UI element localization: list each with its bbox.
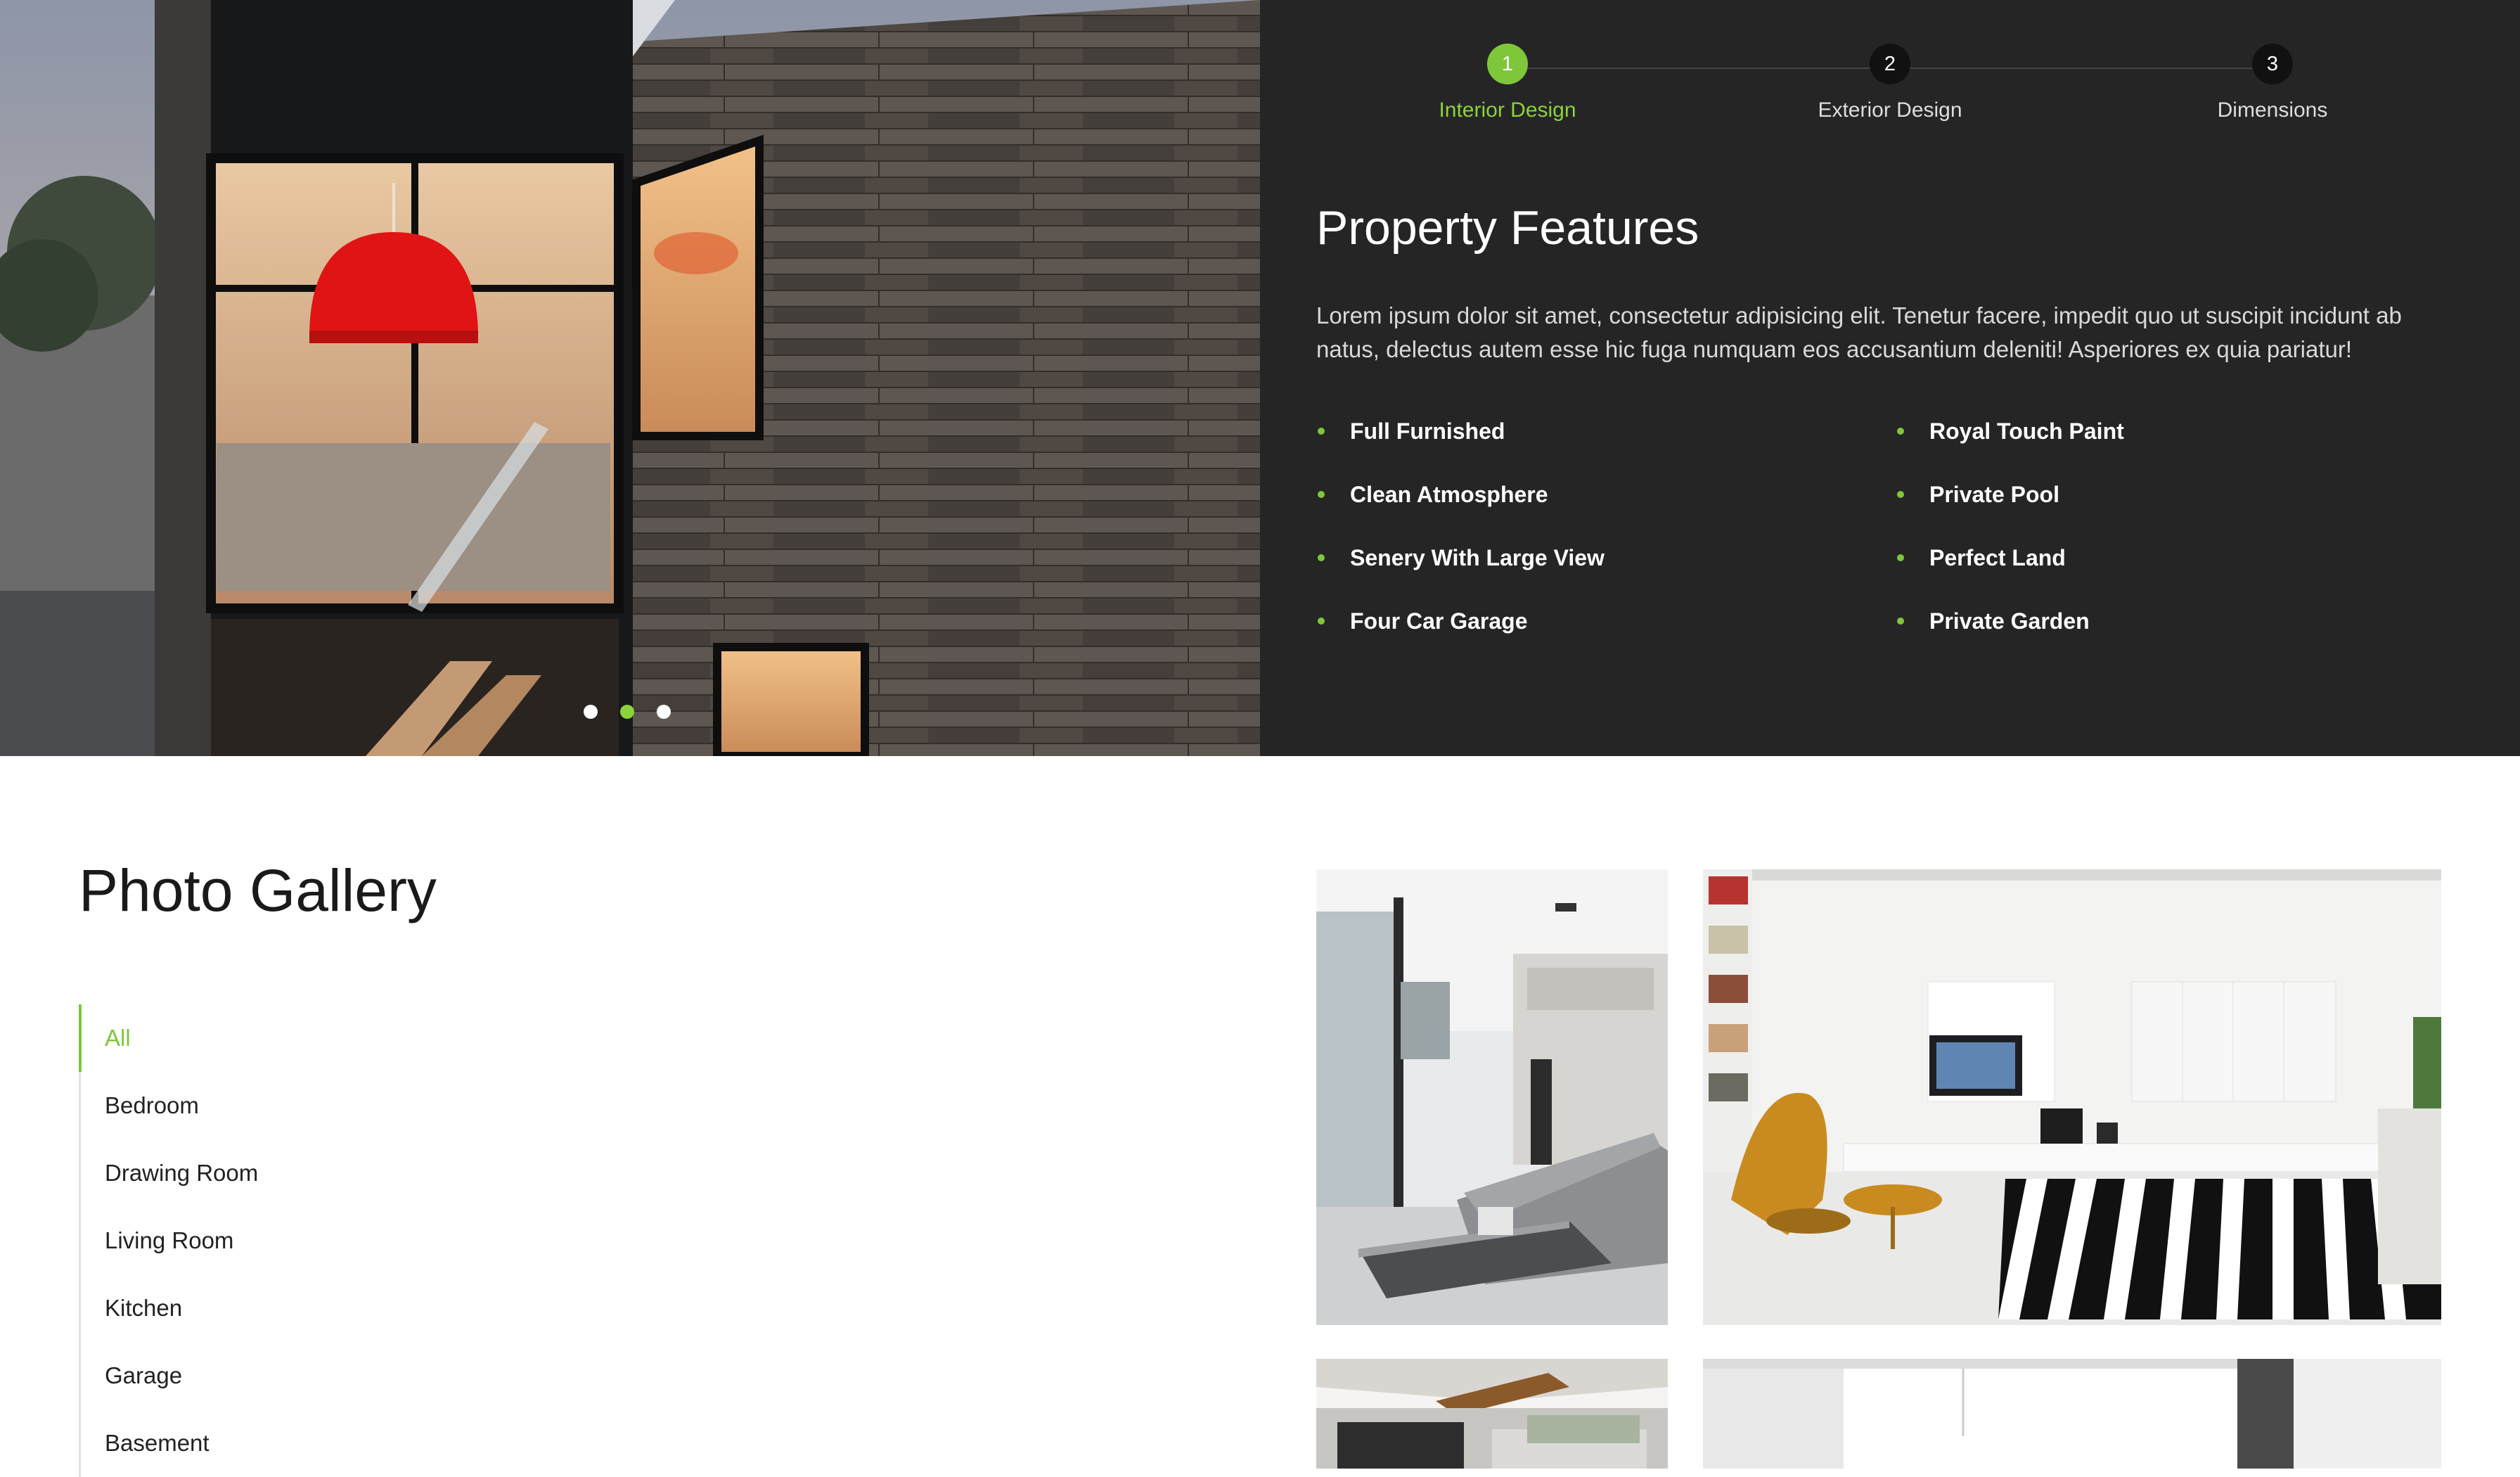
bullet-icon <box>1897 618 1904 625</box>
features-list: Full Furnished Royal Touch Paint Clean A… <box>1316 415 2469 637</box>
hero-house-photo <box>0 0 1260 756</box>
feature-item: Four Car Garage <box>1316 605 1896 637</box>
step-number: 2 <box>1870 44 1910 84</box>
property-steps: 1 Interior Design 2 Exterior Design 3 Di… <box>1260 44 2520 142</box>
slider-dot[interactable] <box>584 705 598 719</box>
filter-kitchen[interactable]: Kitchen <box>81 1274 503 1342</box>
bullet-icon <box>1318 618 1325 625</box>
feature-label: Private Pool <box>1929 482 2059 507</box>
step-interior-design[interactable]: 1 Interior Design <box>1367 44 1648 122</box>
filter-living-room[interactable]: Living Room <box>81 1207 503 1274</box>
feature-label: Clean Atmosphere <box>1350 482 1548 507</box>
feature-item: Private Pool <box>1896 478 2469 511</box>
property-hero: 1 Interior Design 2 Exterior Design 3 Di… <box>0 0 2520 756</box>
gallery-photo-white-living-room[interactable] <box>1703 869 2441 1325</box>
feature-item: Full Furnished <box>1316 415 1896 447</box>
feature-label: Private Garden <box>1929 608 2090 634</box>
filter-drawing-room[interactable]: Drawing Room <box>81 1139 503 1207</box>
step-exterior-design[interactable]: 2 Exterior Design <box>1749 44 2031 122</box>
bullet-icon <box>1897 554 1904 561</box>
gallery-photo-kitchen[interactable] <box>1316 1359 1668 1469</box>
gallery-photo-grey-living-room[interactable] <box>1316 869 1668 1325</box>
filter-garage[interactable]: Garage <box>81 1342 503 1409</box>
property-description: Lorem ipsum dolor sit amet, consectetur … <box>1316 302 2402 362</box>
feature-item: Royal Touch Paint <box>1896 415 2469 447</box>
step-label: Exterior Design <box>1818 98 1962 122</box>
slider-dot[interactable] <box>657 705 671 719</box>
step-label: Interior Design <box>1439 98 1576 122</box>
feature-label: Senery With Large View <box>1350 545 1605 570</box>
bullet-icon <box>1318 428 1325 435</box>
step-number: 3 <box>2252 44 2293 84</box>
slider-dot-active[interactable] <box>620 705 634 719</box>
feature-item: Clean Atmosphere <box>1316 478 1896 511</box>
bullet-icon <box>1897 491 1904 498</box>
feature-item: Private Garden <box>1896 605 2469 637</box>
feature-label: Full Furnished <box>1350 418 1505 444</box>
feature-item: Perfect Land <box>1896 542 2469 574</box>
property-features-title: Property Features <box>1316 201 1699 255</box>
feature-item: Senery With Large View <box>1316 542 1896 574</box>
filter-basement[interactable]: Basement <box>81 1409 503 1477</box>
feature-label: Four Car Garage <box>1350 608 1528 634</box>
bullet-icon <box>1897 428 1904 435</box>
property-features-panel: 1 Interior Design 2 Exterior Design 3 Di… <box>1260 0 2520 756</box>
bullet-icon <box>1318 554 1325 561</box>
photo-gallery-title: Photo Gallery <box>79 857 437 923</box>
step-dimensions[interactable]: 3 Dimensions <box>2132 44 2413 122</box>
bullet-icon <box>1318 491 1325 498</box>
step-number: 1 <box>1487 44 1528 84</box>
hero-slider-dots <box>584 705 671 719</box>
filter-bedroom[interactable]: Bedroom <box>81 1072 503 1139</box>
filter-all[interactable]: All <box>79 1004 503 1072</box>
gallery-photo-white-interior[interactable] <box>1703 1359 2441 1469</box>
feature-label: Royal Touch Paint <box>1929 418 2124 444</box>
feature-label: Perfect Land <box>1929 545 2066 570</box>
step-label: Dimensions <box>2217 98 2328 122</box>
gallery-filter-list: All Bedroom Drawing Room Living Room Kit… <box>79 1004 503 1477</box>
